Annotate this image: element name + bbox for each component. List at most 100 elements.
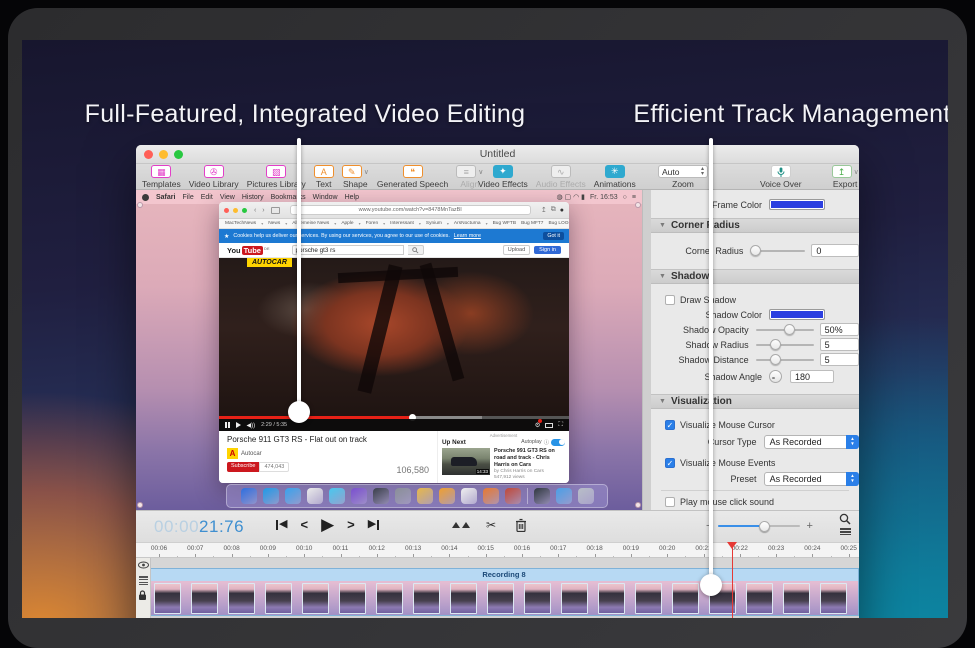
bookmark-item: Interessant xyxy=(390,221,414,226)
click-sound-checkbox[interactable] xyxy=(665,497,675,507)
callout-video-editing: Full-Featured, Integrated Video Editing xyxy=(55,100,555,129)
corner-radius-field[interactable]: 0 xyxy=(811,244,859,257)
shadow-distance-slider[interactable] xyxy=(756,354,814,365)
step-back-button[interactable]: < xyxy=(300,517,308,532)
zoom-in-icon[interactable]: + xyxy=(806,520,812,532)
selection-handle[interactable] xyxy=(635,202,641,208)
video-track-visibility-eye-icon[interactable] xyxy=(138,561,149,569)
export-button[interactable]: ↥ ∨ Export xyxy=(828,164,859,189)
preset-popup[interactable]: As Recorded ▲▼ xyxy=(764,472,859,486)
selection-handle[interactable] xyxy=(137,502,143,508)
add-marker-button[interactable] xyxy=(452,522,467,528)
lens-icon xyxy=(534,488,550,504)
close-button[interactable] xyxy=(144,150,153,159)
section-visualization[interactable]: ▼ Visualization xyxy=(651,394,859,409)
photos-color-icon xyxy=(417,488,433,504)
shape-button[interactable]: ✎ ∨ Shape xyxy=(338,164,373,189)
chevron-down-icon: ▾ xyxy=(359,221,361,226)
got-it-button: Got it xyxy=(543,232,564,240)
video-time: 2:29 / 5:35 xyxy=(261,422,287,428)
frame-color-well[interactable] xyxy=(769,199,825,210)
section-shadow[interactable]: ▼ Shadow xyxy=(651,269,859,284)
ruler-tick-label: 00:10 xyxy=(289,545,319,552)
shadow-angle-dial[interactable] xyxy=(769,370,782,383)
play-button[interactable]: ▶ xyxy=(321,516,334,533)
folder-icon xyxy=(556,488,572,504)
shadow-radius-field[interactable]: 5 xyxy=(820,338,859,351)
window-titlebar[interactable]: Untitled xyxy=(136,145,859,164)
visualize-events-checkbox[interactable]: ✓ xyxy=(665,458,675,468)
subscribe-button: Subscribe xyxy=(227,462,259,472)
disclosure-triangle-icon[interactable]: ▼ xyxy=(659,398,666,405)
shadow-opacity-slider[interactable] xyxy=(756,324,814,335)
suggested-thumbnail: 14:33 xyxy=(442,448,490,475)
shadow-distance-field[interactable]: 5 xyxy=(820,353,859,366)
disclosure-triangle-icon[interactable]: ▼ xyxy=(659,222,666,229)
draw-shadow-checkbox[interactable] xyxy=(665,295,675,305)
zoom-window-button[interactable] xyxy=(174,150,183,159)
ruler-tick-label: 00:08 xyxy=(217,545,247,552)
video-effects-icon: ✦ xyxy=(493,165,513,178)
delete-button[interactable] xyxy=(515,518,527,532)
step-forward-button[interactable]: > xyxy=(347,517,355,532)
templates-button[interactable]: ▦ Templates xyxy=(138,164,185,189)
selection-handle[interactable] xyxy=(137,202,143,208)
video-properties-inspector: Frame Color ▼ Corner Radius Corner Radiu… xyxy=(651,190,859,510)
editing-canvas[interactable]: SafariFileEditViewHistoryBookmarksWindow… xyxy=(136,190,642,510)
youtube-header: YouTubeDE porsche gt3 rs Upload Sign in xyxy=(219,243,569,258)
speech-bubble-icon: ❝ xyxy=(403,165,423,178)
timeline-ruler[interactable]: 00:0600:0700:0800:0900:1000:1100:1200:13… xyxy=(136,542,859,558)
voice-over-button[interactable]: Voice Over xyxy=(756,164,806,189)
finder-icon xyxy=(241,488,257,504)
visualize-cursor-checkbox[interactable]: ✓ xyxy=(665,420,675,430)
ruler-tick-label: 00:24 xyxy=(797,545,827,552)
corner-radius-slider[interactable] xyxy=(750,245,805,256)
split-clip-button[interactable]: ✂ xyxy=(486,518,496,532)
screenflow-window: Untitled ▦ Templates ✇ Video Library ▨ P… xyxy=(136,145,859,618)
canvas-inspector-splitter[interactable] xyxy=(642,190,651,510)
shadow-radius-slider[interactable] xyxy=(756,339,814,350)
channel-name: Autocar xyxy=(241,451,262,457)
video-library-button[interactable]: ✇ Video Library xyxy=(185,164,243,189)
jump-start-button[interactable]: ◀ xyxy=(276,519,287,530)
section-corner-radius[interactable]: ▼ Corner Radius xyxy=(651,218,859,233)
zoom-to-fit-icon[interactable] xyxy=(839,513,851,525)
generated-speech-button[interactable]: ❝ Generated Speech xyxy=(373,164,452,189)
video-effects-button[interactable]: ✦ Video Effects xyxy=(474,164,532,189)
track-options-icon[interactable] xyxy=(138,575,149,587)
playhead[interactable] xyxy=(732,542,737,549)
minimize-button[interactable] xyxy=(159,150,168,159)
canvas-zoom-popup[interactable]: Auto ▴▾ Zoom xyxy=(654,164,712,189)
autocar-watermark: AUTOCAR xyxy=(247,258,292,267)
upload-button: Upload xyxy=(503,245,530,255)
disclosure-triangle-icon[interactable]: ▼ xyxy=(659,273,666,280)
recorded-menu-item: History xyxy=(242,194,264,201)
track-lock-icon[interactable] xyxy=(138,590,149,601)
track-header-column xyxy=(136,558,151,618)
ruler-tick-label: 00:09 xyxy=(253,545,283,552)
shadow-color-well[interactable] xyxy=(769,309,825,320)
shadow-angle-field[interactable]: 180 xyxy=(790,370,834,383)
selection-handle[interactable] xyxy=(635,502,641,508)
clip-thumbnail xyxy=(154,583,181,614)
safari-toolbar: ‹ › www.youtube.com/watch?v=8478MnTazBI … xyxy=(219,202,569,219)
pictures-library-icon: ▨ xyxy=(266,165,286,178)
audio-effects-button: ∿ Audio Effects xyxy=(532,164,590,189)
jump-end-button[interactable]: ▶ xyxy=(368,519,379,530)
youtube-search-input: porsche gt3 rs xyxy=(292,245,404,255)
animations-button[interactable]: ✳ Animations xyxy=(590,164,640,189)
timeline-zoom-slider[interactable] xyxy=(718,521,800,532)
chevron-down-icon: ▾ xyxy=(285,221,287,226)
cursor-type-popup[interactable]: As Recorded ▲▼ xyxy=(764,435,859,449)
share-icon: ↥ xyxy=(541,206,547,214)
clip-thumbnail xyxy=(561,583,588,614)
back-forward-buttons: ‹ › xyxy=(254,207,267,214)
video-track-recording[interactable]: Recording 8 xyxy=(149,568,859,616)
text-button[interactable]: A Text xyxy=(310,164,338,189)
clip-thumbnail xyxy=(820,583,847,614)
youtube-search-button xyxy=(408,245,424,255)
track-list-icon[interactable] xyxy=(840,527,851,537)
timeline-control-bar: 00:0021:76 ◀ < ▶ > ▶ ✂ − + xyxy=(136,510,859,542)
siri-icon xyxy=(373,488,389,504)
shadow-opacity-field[interactable]: 50% xyxy=(820,323,859,336)
